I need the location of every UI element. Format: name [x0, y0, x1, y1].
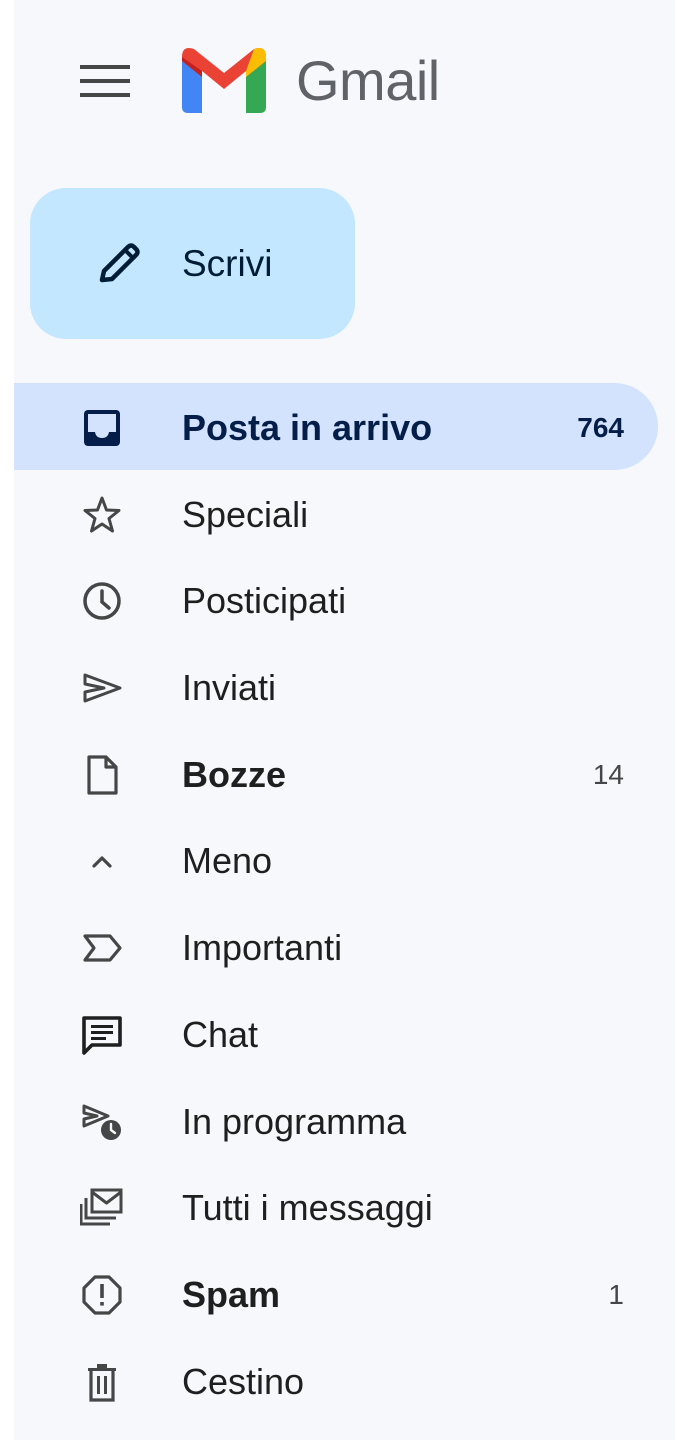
sidebar-item-starred[interactable]: Speciali	[14, 470, 658, 557]
nav-list: Posta in arrivo 764 Speciali Posticipati	[14, 383, 675, 1423]
sidebar-item-label: Meno	[182, 840, 273, 882]
clock-icon	[80, 579, 124, 623]
sidebar-item-label: Chat	[182, 1013, 259, 1055]
sidebar-item-sent[interactable]: Inviati	[14, 643, 658, 730]
sidebar-item-inbox[interactable]: Posta in arrivo 764	[14, 383, 658, 470]
spam-count: 1	[608, 1278, 624, 1310]
drafts-count: 14	[592, 758, 624, 790]
hamburger-menu-icon[interactable]	[70, 50, 140, 112]
sidebar-item-drafts[interactable]: Bozze 14	[14, 730, 658, 817]
sidebar-item-label: Spam	[182, 1273, 281, 1315]
sidebar-item-label: Tutti i messaggi	[182, 1187, 433, 1229]
compose-button[interactable]: Scrivi	[30, 188, 355, 339]
chat-icon	[80, 1013, 124, 1057]
spam-icon	[80, 1273, 124, 1317]
all-mail-icon	[80, 1186, 124, 1230]
sidebar-item-trash[interactable]: Cestino	[14, 1337, 658, 1424]
gmail-sidebar: Gmail Scrivi Posta in arrivo 764 Special…	[14, 0, 675, 1440]
sidebar-item-label: Bozze	[182, 753, 287, 795]
pencil-icon	[92, 238, 144, 290]
draft-icon	[80, 753, 124, 797]
sidebar-item-scheduled[interactable]: In programma	[14, 1077, 658, 1164]
unread-count: 764	[577, 412, 624, 443]
sidebar-item-label: Posticipati	[182, 580, 347, 622]
chevron-up-icon	[80, 839, 124, 883]
sidebar-item-label: In programma	[182, 1100, 407, 1142]
sidebar-item-label: Inviati	[182, 667, 277, 709]
trash-icon	[80, 1360, 124, 1404]
sidebar-item-label: Cestino	[182, 1360, 305, 1402]
label-important-icon	[80, 926, 124, 970]
sidebar-item-all-mail[interactable]: Tutti i messaggi	[14, 1163, 658, 1250]
inbox-icon	[80, 406, 124, 450]
scheduled-send-icon	[80, 1100, 124, 1144]
brand-name: Gmail	[296, 49, 440, 112]
sidebar-item-chat[interactable]: Chat	[14, 990, 658, 1077]
sidebar-item-label: Speciali	[182, 493, 309, 535]
gmail-logo-icon[interactable]	[182, 47, 266, 113]
compose-label: Scrivi	[182, 243, 273, 284]
star-icon	[80, 493, 124, 537]
sidebar-item-less[interactable]: Meno	[14, 816, 658, 903]
sidebar-item-label: Posta in arrivo	[182, 407, 433, 448]
sidebar-item-label: Importanti	[182, 927, 343, 969]
send-icon	[80, 666, 124, 710]
sidebar-item-spam[interactable]: Spam 1	[14, 1250, 658, 1337]
sidebar-item-snoozed[interactable]: Posticipati	[14, 556, 658, 643]
sidebar-item-important[interactable]: Importanti	[14, 903, 658, 990]
